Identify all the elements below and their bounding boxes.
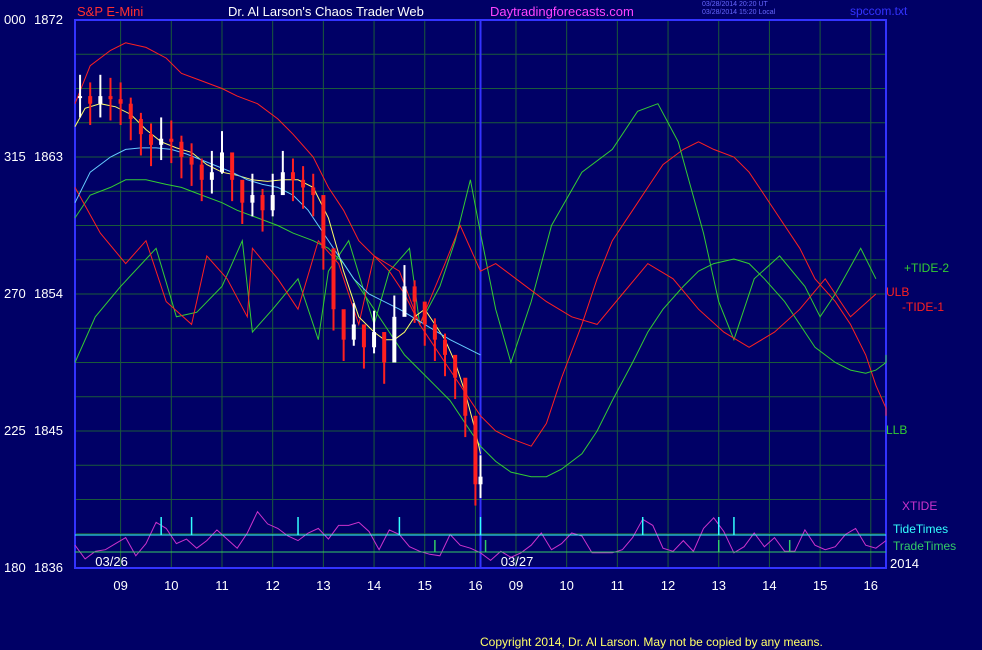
price-body bbox=[138, 118, 143, 135]
date-label: 03/26 bbox=[95, 554, 128, 569]
x-tick-label: 16 bbox=[864, 578, 878, 593]
x-tick-label: 15 bbox=[813, 578, 827, 593]
x-tick-label: 12 bbox=[265, 578, 279, 593]
symbol-label: S&P E-Mini bbox=[77, 4, 144, 19]
y-tick-left-label: 225 bbox=[4, 423, 26, 438]
price-body bbox=[169, 138, 174, 142]
price-body bbox=[199, 164, 204, 180]
y-tick-price-label: 1854 bbox=[34, 286, 63, 301]
chart-title: Dr. Al Larson's Chaos Trader Web bbox=[228, 4, 424, 19]
data-filename: spccom.txt bbox=[850, 4, 908, 18]
x-tick-label: 11 bbox=[611, 578, 625, 593]
y-tick-price-label: 1872 bbox=[34, 12, 63, 27]
year-label: 2014 bbox=[890, 556, 919, 571]
price-body bbox=[478, 476, 483, 485]
price-body bbox=[412, 286, 417, 302]
price-body bbox=[290, 172, 295, 180]
price-body bbox=[219, 152, 224, 173]
y-tick-left-label: 180 bbox=[4, 560, 26, 575]
timestamp-ut: 03/28/2014 20:20 UT bbox=[702, 1, 768, 8]
x-tick-label: 13 bbox=[316, 578, 330, 593]
x-tick-label: 09 bbox=[113, 578, 127, 593]
x-tick-label: 09 bbox=[509, 578, 523, 593]
price-body bbox=[351, 324, 356, 340]
x-tick-label: 12 bbox=[661, 578, 675, 593]
x-tick-label: 11 bbox=[215, 578, 229, 593]
x-tick-label: 16 bbox=[468, 578, 482, 593]
y-tick-left-label: 315 bbox=[4, 149, 26, 164]
y-tick-price-label: 1836 bbox=[34, 560, 63, 575]
price-body bbox=[280, 172, 285, 196]
y-tick-price-label: 1845 bbox=[34, 423, 63, 438]
price-body bbox=[372, 332, 377, 348]
price-body bbox=[453, 354, 458, 378]
price-body bbox=[250, 195, 255, 203]
legend-label: -TIDE-1 bbox=[902, 300, 944, 314]
price-body bbox=[311, 187, 316, 196]
price-body bbox=[260, 195, 265, 211]
legend-label: LLB bbox=[886, 423, 907, 437]
price-body bbox=[78, 96, 83, 99]
price-body bbox=[149, 134, 154, 145]
price-body bbox=[189, 157, 194, 165]
price-body bbox=[108, 96, 113, 100]
legend-label: XTIDE bbox=[902, 499, 937, 513]
y-tick-left-label: 000 bbox=[4, 12, 26, 27]
x-tick-label: 14 bbox=[762, 578, 776, 593]
price-body bbox=[321, 195, 326, 249]
copyright-notice: Copyright 2014, Dr. Al Larson. May not b… bbox=[480, 635, 823, 649]
chart-area: 000 1872 315 1863 270 1854 225 1845 180 1836 09 10 1… bbox=[0, 0, 982, 650]
price-body bbox=[209, 172, 214, 180]
legend-label: +TIDE-2 bbox=[904, 261, 949, 275]
price-body bbox=[402, 286, 407, 317]
price-body bbox=[98, 96, 103, 104]
price-body bbox=[382, 332, 387, 363]
x-tick-label: 10 bbox=[164, 578, 178, 593]
price-body bbox=[341, 309, 346, 340]
price-body bbox=[88, 96, 93, 104]
y-tick-left-label: 270 bbox=[4, 286, 26, 301]
legend-label: TradeTimes bbox=[893, 539, 956, 553]
price-body bbox=[128, 103, 133, 119]
price-body bbox=[422, 301, 427, 325]
legend-label: ULB bbox=[886, 285, 909, 299]
x-tick-label: 13 bbox=[711, 578, 725, 593]
price-body bbox=[179, 141, 184, 157]
x-tick-label: 14 bbox=[367, 578, 381, 593]
price-body bbox=[230, 152, 235, 180]
x-tick-label: 15 bbox=[418, 578, 432, 593]
price-body bbox=[361, 324, 366, 348]
y-tick-price-label: 1863 bbox=[34, 149, 63, 164]
price-body bbox=[270, 195, 275, 211]
price-body bbox=[463, 377, 468, 416]
price-body bbox=[301, 179, 306, 188]
price-body bbox=[443, 339, 448, 355]
price-body bbox=[432, 324, 437, 340]
price-body bbox=[392, 316, 397, 363]
price-body bbox=[159, 138, 164, 145]
timestamp-local: 03/28/2014 15:20 Local bbox=[702, 9, 776, 16]
legend-label: TideTimes bbox=[893, 522, 948, 536]
site-link[interactable]: Daytradingforecasts.com bbox=[490, 4, 634, 19]
price-body bbox=[118, 99, 123, 104]
price-body bbox=[240, 179, 245, 203]
price-body bbox=[473, 415, 478, 485]
price-body bbox=[331, 248, 336, 310]
x-tick-label: 10 bbox=[559, 578, 573, 593]
date-label: 03/27 bbox=[501, 554, 534, 569]
